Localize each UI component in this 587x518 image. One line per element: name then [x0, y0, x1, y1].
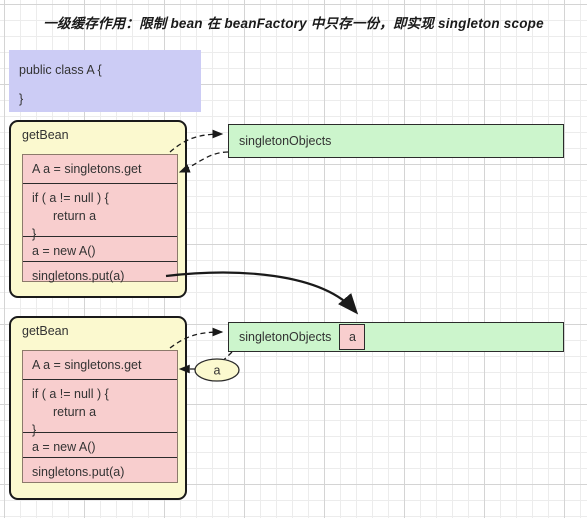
stack-row-null-check: if ( a != null ) { return a } — [23, 184, 177, 241]
stack-row-text-close: } — [32, 423, 37, 437]
stack-row-singletons-get: A a = singletons.get — [23, 351, 177, 380]
stack-row-singletons-put: singletons.put(a) — [23, 458, 177, 484]
getbean-block-first: getBean A a = singletons.get if ( a != n… — [9, 120, 187, 298]
stack-row-text: if ( a != null ) { — [32, 191, 109, 205]
stack-row-text: a = new A() — [32, 440, 96, 454]
page-title: 一级缓存作用：限制 bean 在 beanFactory 中只存一份，即实现 s… — [43, 16, 544, 31]
connector-put-to-map — [165, 271, 359, 315]
getbean-block-second: getBean A a = singletons.get if ( a != n… — [9, 316, 187, 500]
singleton-objects-box-top: singletonObjects — [228, 124, 564, 158]
getbean-title-first: getBean — [22, 128, 69, 142]
stack-row-text-indented: return a — [53, 209, 97, 223]
stack-row-null-check: if ( a != null ) { return a } — [23, 380, 177, 437]
stack-row-text: a = new A() — [32, 244, 96, 258]
bean-instance-chip-a: a — [339, 324, 366, 350]
getbean-title-second: getBean — [22, 324, 69, 338]
connector-second-get-return-upper — [214, 351, 233, 366]
connector-first-get-return — [178, 151, 229, 173]
stack-row-new-instance: a = new A() — [23, 433, 177, 458]
bean-value-ellipse-label: a — [214, 364, 221, 378]
singleton-objects-box-bottom: singletonObjects a — [228, 322, 564, 352]
stack-row-text-indented: return a — [53, 405, 97, 419]
stack-row-text: singletons.put(a) — [32, 269, 125, 283]
stack-row-text: if ( a != null ) { — [32, 387, 109, 401]
stack-row-new-instance: a = new A() — [23, 237, 177, 262]
diagram-canvas: 一级缓存作用：限制 bean 在 beanFactory 中只存一份，即实现 s… — [0, 0, 587, 518]
class-a-line-1: public class A { — [19, 63, 102, 77]
class-a-line-2: } — [19, 92, 24, 106]
stack-row-text-close: } — [32, 227, 37, 241]
call-stack-second: A a = singletons.get if ( a != null ) { … — [22, 350, 178, 483]
call-stack-first: A a = singletons.get if ( a != null ) { … — [22, 154, 178, 283]
singleton-objects-label: singletonObjects — [239, 134, 332, 148]
bean-value-ellipse-a — [194, 358, 240, 382]
class-a-spacer — [19, 81, 191, 89]
stack-row-text: A a = singletons.get — [32, 162, 142, 176]
stack-row-text: singletons.put(a) — [32, 465, 125, 479]
stack-row-text: A a = singletons.get — [32, 358, 142, 372]
class-a-box: public class A { } — [9, 50, 201, 112]
stack-row-singletons-get: A a = singletons.get — [23, 155, 177, 184]
stack-row-singletons-put: singletons.put(a) — [23, 262, 177, 291]
singleton-objects-label: singletonObjects — [239, 330, 332, 344]
